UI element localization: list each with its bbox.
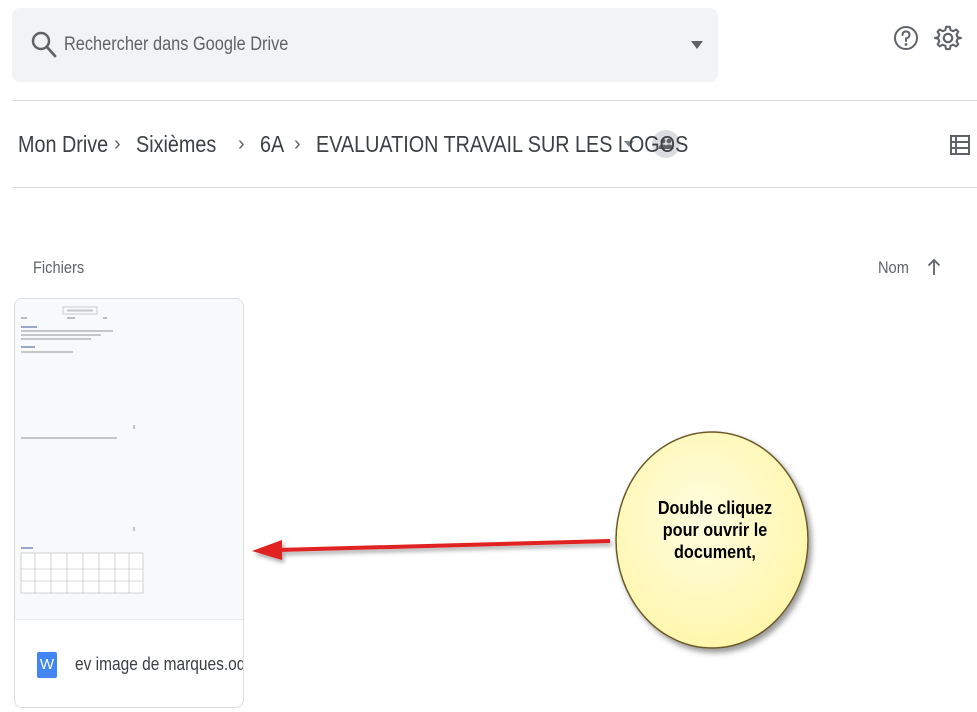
help-icon[interactable] (893, 25, 919, 51)
callout-line: pour ouvrir le (662, 520, 768, 540)
breadcrumb-separator-icon: › (238, 132, 245, 155)
document-preview-image (15, 299, 243, 619)
callout-line: document, (674, 542, 756, 562)
breadcrumb-divider (12, 187, 977, 188)
callout-text: Double cliquez pour ouvrir le document, (637, 497, 793, 563)
breadcrumb-item-6a[interactable]: 6A (260, 131, 294, 158)
callout-line: Double cliquez (657, 498, 773, 518)
breadcrumb-label[interactable]: Mon Drive (18, 131, 108, 158)
search-icon[interactable] (30, 30, 58, 60)
breadcrumb-label[interactable]: 6A (260, 131, 284, 158)
word-doc-icon: W (37, 652, 57, 678)
search-options-caret-icon[interactable] (690, 40, 704, 50)
breadcrumb-separator-icon: › (114, 132, 121, 155)
header-divider (12, 100, 977, 101)
settings-icon[interactable] (934, 24, 962, 52)
breadcrumb-separator-icon: › (294, 132, 301, 155)
file-card[interactable]: W ev image de marques.odt (14, 298, 244, 708)
breadcrumb-item-mon-drive[interactable]: Mon Drive (18, 131, 114, 158)
breadcrumb-label[interactable]: EVALUATION TRAVAIL SUR LES LOGOS (316, 131, 688, 158)
file-card-footer[interactable]: W ev image de marques.odt (15, 619, 243, 707)
search-bar[interactable] (12, 8, 718, 82)
sort-ascending-arrow-icon[interactable] (927, 258, 941, 276)
files-section-label: Fichiers (33, 258, 85, 277)
list-view-icon[interactable] (949, 134, 971, 156)
search-input[interactable] (64, 8, 563, 82)
breadcrumb-item-sixiemes[interactable]: Sixièmes (136, 131, 238, 158)
sort-by-name-button[interactable]: Nom (878, 258, 909, 278)
breadcrumb-label[interactable]: Sixièmes (136, 131, 216, 158)
file-thumbnail[interactable] (15, 299, 243, 619)
file-name[interactable]: ev image de marques.odt (75, 654, 243, 675)
breadcrumb-item-current-folder[interactable]: EVALUATION TRAVAIL SUR LES LOGOS (316, 131, 688, 158)
breadcrumb: Mon Drive › Sixièmes › 6A › EVALUATION T… (18, 124, 688, 164)
